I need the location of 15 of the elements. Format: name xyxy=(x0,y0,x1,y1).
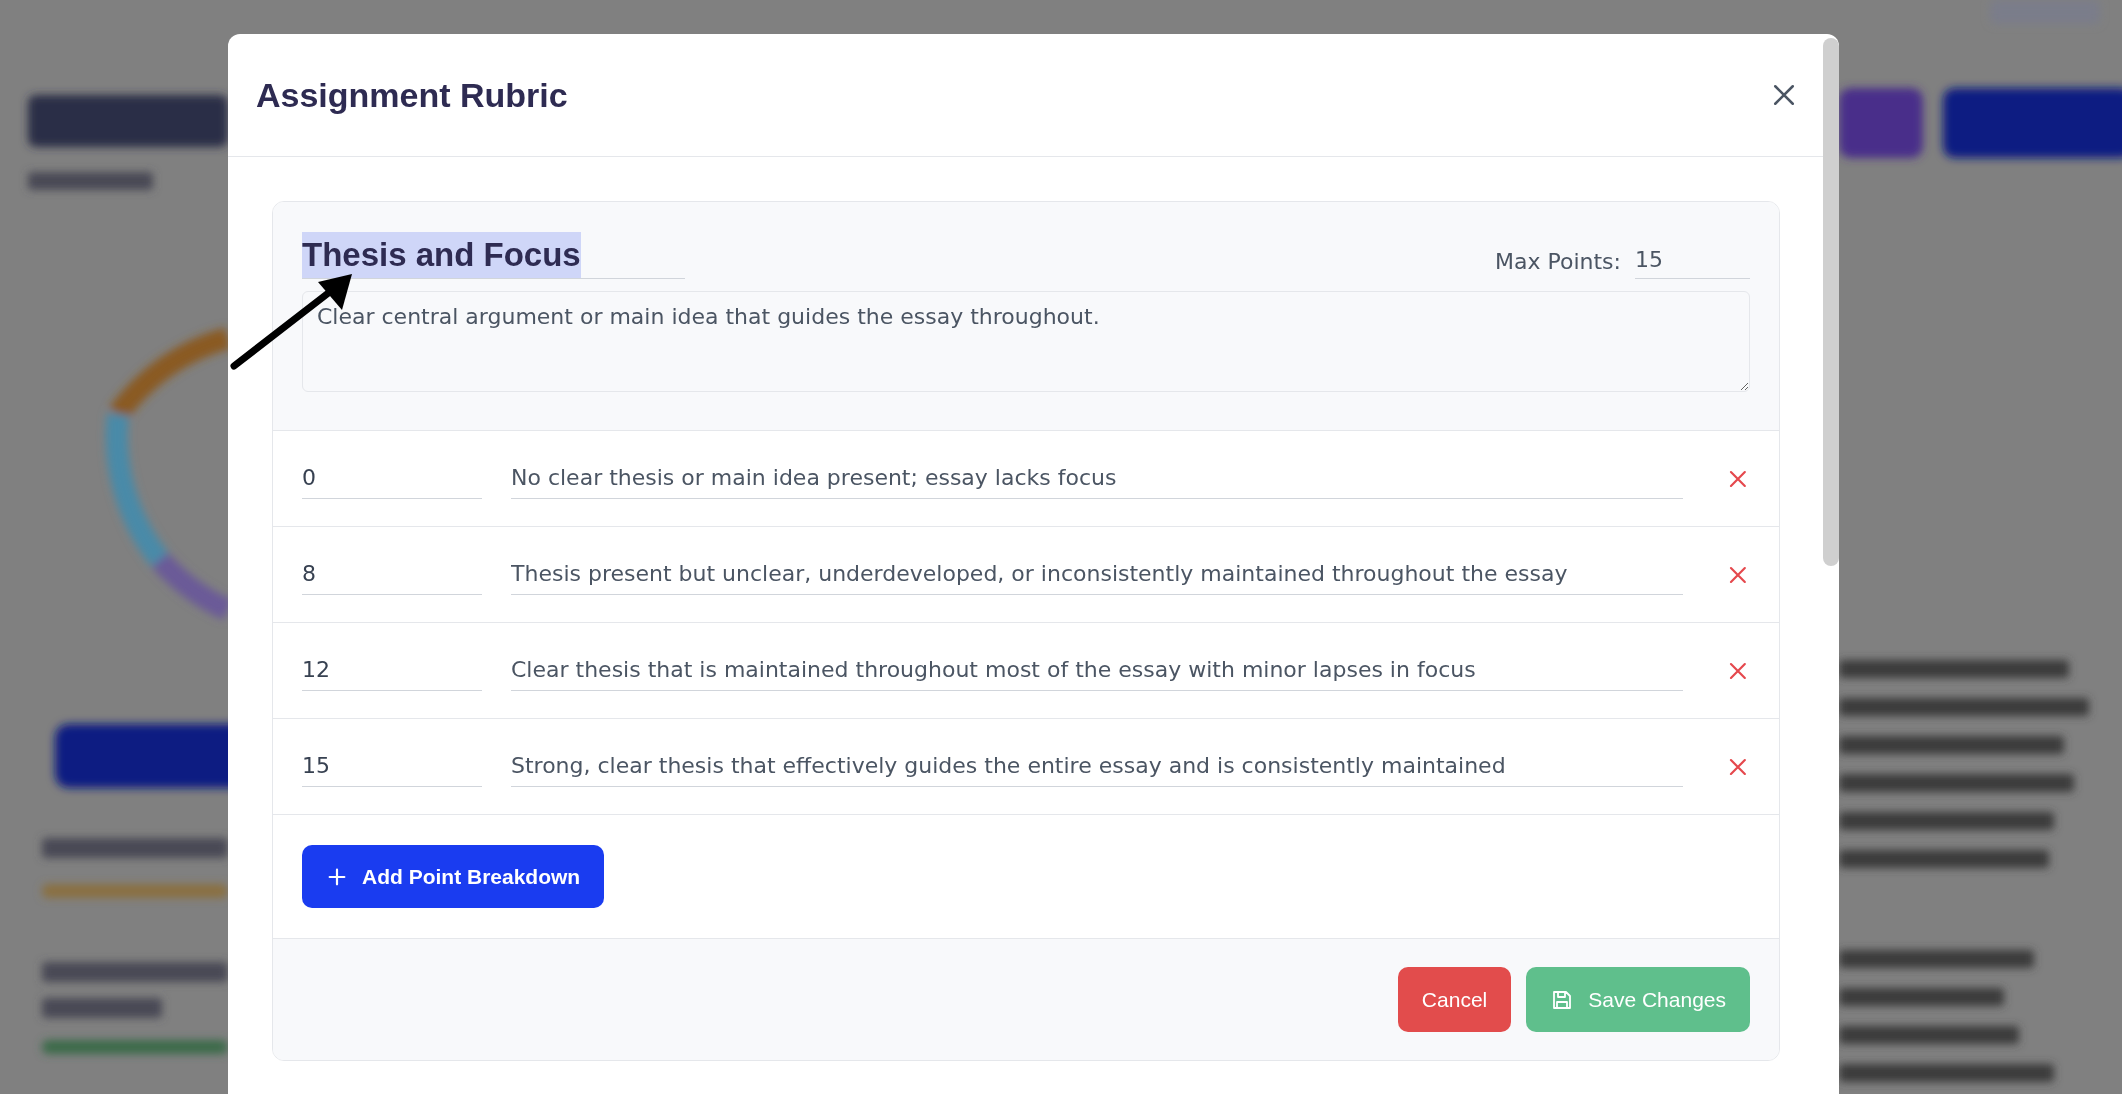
breakdown-description-field[interactable]: No clear thesis or main idea present; essay lacks focus xyxy=(511,458,1684,499)
breakdown-description-field[interactable]: Thesis present but unclear, underdeveloped, or inconsistently maintained throughout the essay xyxy=(511,554,1684,595)
points-field[interactable]: 0 xyxy=(302,458,482,499)
cancel-button[interactable]: Cancel xyxy=(1397,967,1512,1032)
description-field[interactable]: Clear central argument or main idea that guides the essay throughout. xyxy=(302,291,1750,392)
dialog-title: Assignment Rubric xyxy=(256,75,568,115)
breakdown-description-field[interactable]: Clear thesis that is maintained throughout most of the essay with minor lapses in focus xyxy=(511,650,1684,691)
max-points-field[interactable]: 15 xyxy=(1635,243,1750,279)
points-field[interactable]: 15 xyxy=(302,746,482,787)
points-field[interactable]: 8 xyxy=(302,554,482,595)
add-point-breakdown-button[interactable]: Add Point Breakdown xyxy=(302,845,605,908)
breakdown-description-field[interactable]: Strong, clear thesis that effectively guides the entire essay and is consistently maintained xyxy=(511,746,1684,787)
max-points-label: Max Points: xyxy=(1495,248,1621,274)
points-field[interactable]: 12 xyxy=(302,650,482,691)
scrollbar[interactable] xyxy=(1823,38,1839,566)
